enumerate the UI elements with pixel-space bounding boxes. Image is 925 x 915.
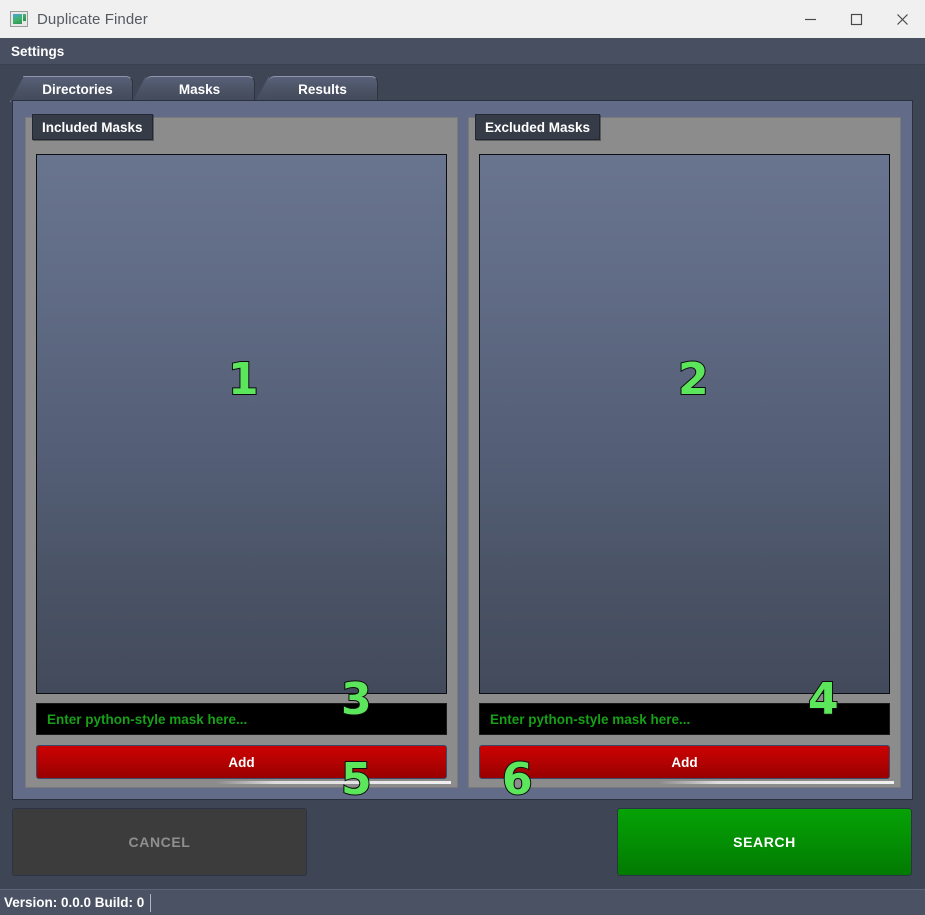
tab-masks-label: Masks — [178, 81, 221, 97]
excluded-mask-input[interactable]: Enter python-style mask here... — [479, 703, 890, 735]
tab-skew-left — [255, 76, 269, 102]
cancel-button[interactable]: CANCEL — [12, 808, 307, 876]
excluded-masks-group: Excluded Masks Enter python-style mask h… — [468, 114, 901, 788]
menu-item-settings[interactable]: Settings — [11, 44, 64, 59]
status-bar-divider — [150, 893, 152, 912]
included-mask-input[interactable]: Enter python-style mask here... — [36, 703, 447, 735]
excluded-mask-input-placeholder: Enter python-style mask here... — [490, 711, 691, 727]
tab-strip: Directories Masks Results — [0, 66, 925, 102]
search-button[interactable]: SEARCH — [617, 808, 912, 876]
excluded-add-button[interactable]: Add — [479, 745, 890, 779]
duplicate-finder-window: Duplicate Finder Settings Directories Ma… — [0, 0, 925, 915]
included-horizontal-scrollbar[interactable] — [216, 781, 451, 784]
tab-masks[interactable]: Masks — [132, 76, 255, 102]
close-icon[interactable] — [879, 0, 925, 38]
tab-skew-left — [132, 76, 146, 102]
window-controls — [787, 0, 925, 38]
included-masks-list[interactable] — [36, 154, 447, 694]
included-masks-title: Included Masks — [32, 114, 153, 140]
version-status-text: Version: 0.0.0 Build: 0 — [4, 895, 145, 910]
excluded-masks-list[interactable] — [479, 154, 890, 694]
included-add-button[interactable]: Add — [36, 745, 447, 779]
title-bar: Duplicate Finder — [0, 0, 925, 38]
included-mask-input-placeholder: Enter python-style mask here... — [47, 711, 248, 727]
tab-skew-left — [10, 76, 24, 102]
tab-results-label: Results — [298, 81, 347, 97]
tab-directories-label: Directories — [42, 81, 113, 97]
excluded-horizontal-scrollbar[interactable] — [659, 781, 894, 784]
excluded-masks-title: Excluded Masks — [475, 114, 601, 140]
included-masks-group: Included Masks Enter python-style mask h… — [25, 114, 458, 788]
maximize-icon[interactable] — [833, 0, 879, 38]
window-title: Duplicate Finder — [37, 10, 148, 28]
status-bar: Version: 0.0.0 Build: 0 — [0, 889, 925, 915]
menu-bar: Settings — [0, 38, 925, 65]
tab-directories[interactable]: Directories — [10, 76, 133, 102]
minimize-icon[interactable] — [787, 0, 833, 38]
app-picture-icon — [10, 11, 28, 27]
masks-tab-panel: Included Masks Enter python-style mask h… — [12, 100, 913, 800]
tab-results[interactable]: Results — [255, 76, 378, 102]
